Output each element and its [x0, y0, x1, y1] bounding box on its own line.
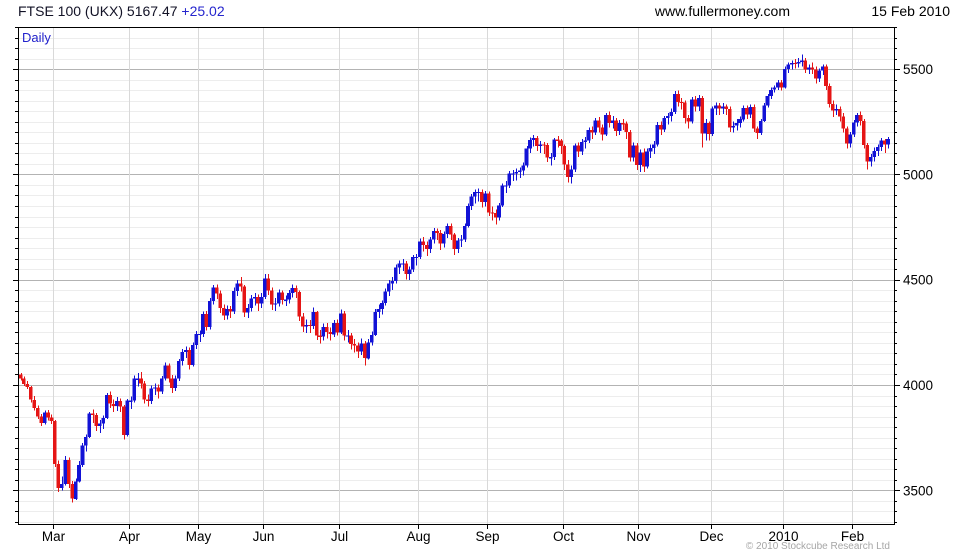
plot-border	[18, 27, 895, 525]
svg-text:5000: 5000	[903, 167, 933, 182]
svg-text:Apr: Apr	[119, 529, 141, 544]
price-change: +25.02	[181, 3, 225, 19]
website-label: www.fullermoney.com	[654, 3, 790, 19]
svg-text:Nov: Nov	[626, 529, 650, 544]
svg-text:Aug: Aug	[406, 529, 430, 544]
svg-text:Oct: Oct	[553, 529, 574, 544]
svg-text:Jul: Jul	[331, 529, 348, 544]
chart-title: FTSE 100 (UKX) 5167.47 +25.02	[18, 3, 225, 19]
copyright-notice: © 2010 Stockcube Research Ltd	[745, 541, 890, 552]
instrument-and-price: FTSE 100 (UKX) 5167.47	[18, 3, 178, 19]
svg-text:4000: 4000	[903, 378, 933, 393]
svg-text:Jun: Jun	[253, 529, 275, 544]
frequency-label: Daily	[22, 30, 51, 45]
candlestick-chart: Mar Apr May Jun Jul Aug Sep Oct Nov Dec 2010 Feb550…	[13, 27, 933, 544]
svg-text:Dec: Dec	[699, 529, 723, 544]
svg-text:May: May	[186, 529, 212, 544]
grid-layer	[18, 27, 894, 524]
x-axis-month-labels: Mar Apr May Jun Jul Aug Sep Oct Nov Dec 2010 Feb	[42, 524, 864, 544]
svg-text:Sep: Sep	[475, 529, 499, 544]
candlestick-series	[18, 54, 890, 503]
svg-text:3500: 3500	[903, 483, 933, 498]
chart-date: 15 Feb 2010	[871, 3, 950, 19]
svg-text:4500: 4500	[903, 273, 933, 288]
svg-text:Mar: Mar	[42, 529, 66, 544]
svg-text:5500: 5500	[903, 62, 933, 77]
